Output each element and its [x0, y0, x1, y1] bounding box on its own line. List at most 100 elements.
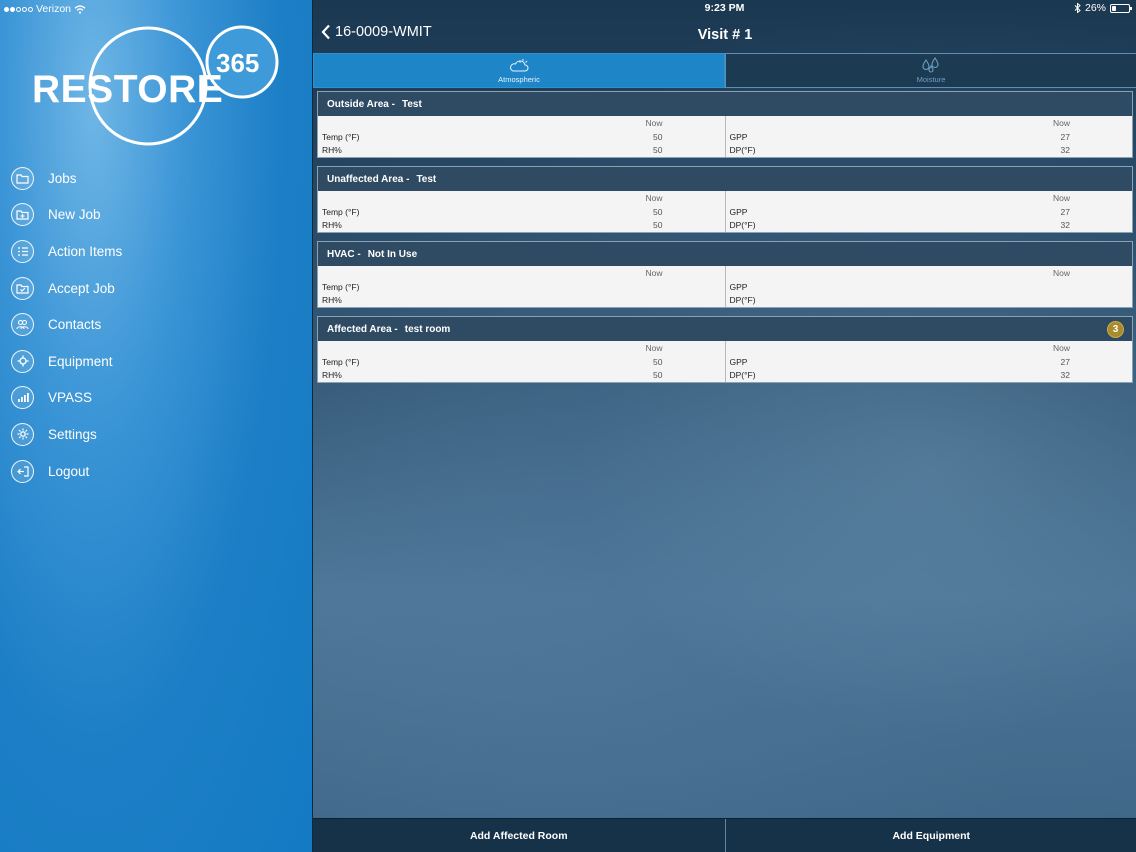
area-header: HVAC - Not In Use: [318, 242, 1132, 266]
signal-strength-icon: [4, 6, 33, 12]
sidebar-item-contacts[interactable]: Contacts: [0, 306, 312, 343]
battery-icon: [1110, 3, 1132, 13]
gpp-dp-column: Now GPP 27 DP(°F) 32: [726, 191, 1133, 232]
sidebar-item-vpass[interactable]: VPASS: [0, 380, 312, 417]
status-bar-left: Verizon: [4, 2, 86, 16]
dp-label: DP(°F): [729, 369, 756, 380]
rh-label: RH%: [322, 294, 342, 305]
water-drops-icon: [922, 57, 939, 73]
area-card[interactable]: Affected Area - test room 3 Now Temp (°F…: [317, 316, 1133, 383]
sidebar-item-jobs[interactable]: Jobs: [0, 160, 312, 197]
wifi-icon: [74, 4, 86, 14]
area-header: Unaffected Area - Test: [318, 167, 1132, 191]
temp-label: Temp (°F): [322, 206, 360, 217]
area-card[interactable]: HVAC - Not In Use Now Temp (°F) RH% Now …: [317, 241, 1133, 308]
area-type: Unaffected Area -: [327, 173, 410, 185]
area-name: Test: [401, 98, 422, 110]
contacts-icon: [11, 313, 34, 337]
new-job-icon: [11, 203, 34, 227]
tab-label: Moisture: [916, 75, 946, 84]
sidebar-item-label: Equipment: [48, 353, 113, 369]
navigation-bar: 16-0009-WMIT Visit # 1: [313, 18, 1136, 52]
gpp-label: GPP: [729, 281, 748, 292]
temp-rh-column: Now Temp (°F) RH%: [318, 266, 726, 307]
gpp-dp-column: Now GPP 27 DP(°F) 32: [726, 116, 1133, 157]
temp-label: Temp (°F): [322, 131, 360, 142]
gpp-label: GPP: [729, 356, 748, 367]
carrier-label: Verizon: [36, 3, 72, 15]
rh-label: RH%: [322, 144, 342, 155]
area-name: Test: [416, 173, 437, 185]
dp-label: DP(°F): [729, 144, 756, 155]
sidebar-item-new-job[interactable]: New Job: [0, 197, 312, 234]
area-type: HVAC -: [327, 248, 361, 260]
now-label: Now: [645, 342, 663, 353]
sidebar-item-label: Contacts: [48, 317, 102, 333]
gpp-label: GPP: [729, 131, 748, 142]
sidebar-item-equipment[interactable]: Equipment: [0, 343, 312, 380]
count-badge: 3: [1107, 321, 1124, 338]
temp-value: 50: [653, 356, 663, 367]
area-readings: Now Temp (°F) 50 RH% 50 Now GPP 27 DP(°F) 32: [318, 116, 1132, 157]
gpp-value: 27: [1060, 131, 1070, 142]
temp-value: 50: [653, 206, 663, 217]
sidebar-item-label: Logout: [48, 463, 90, 479]
dp-value: 32: [1060, 219, 1070, 230]
equipment-icon: [11, 349, 34, 373]
area-readings: Now Temp (°F) RH% Now GPP DP(°F): [318, 266, 1132, 307]
dp-value: 32: [1060, 144, 1070, 155]
rh-label: RH%: [322, 219, 342, 230]
sidebar-item-label: New Job: [48, 207, 101, 223]
rh-value: 50: [653, 144, 663, 155]
signal-bars-icon: [11, 386, 34, 410]
sidebar-item-label: Settings: [48, 426, 97, 442]
sidebar: Verizon RESTORE 365 Jobs New Job Action …: [0, 0, 312, 852]
bluetooth-icon: [1074, 3, 1081, 13]
now-label: Now: [645, 117, 663, 128]
area-name: test room: [404, 323, 451, 335]
now-label: Now: [645, 192, 663, 203]
sidebar-item-label: Accept Job: [48, 280, 115, 296]
tab-atmospheric[interactable]: Atmospheric: [313, 53, 725, 88]
rh-label: RH%: [322, 369, 342, 380]
tab-moisture[interactable]: Moisture: [725, 53, 1136, 88]
area-type: Affected Area -: [327, 323, 398, 335]
area-type: Outside Area -: [327, 98, 395, 110]
area-header: Outside Area - Test: [318, 92, 1132, 116]
temp-label: Temp (°F): [322, 281, 360, 292]
sidebar-item-settings[interactable]: Settings: [0, 416, 312, 453]
checklist-icon: [11, 239, 34, 263]
rh-value: 50: [653, 219, 663, 230]
area-readings: Now Temp (°F) 50 RH% 50 Now GPP 27 DP(°F) 32: [318, 341, 1132, 382]
add-affected-room-button[interactable]: Add Affected Room: [313, 819, 726, 852]
restore-365-logo: RESTORE 365: [28, 24, 288, 148]
logout-icon: [11, 459, 34, 483]
sidebar-item-logout[interactable]: Logout: [0, 453, 312, 490]
area-list: Outside Area - Test Now Temp (°F) 50 RH% 5…: [317, 91, 1133, 391]
temp-rh-column: Now Temp (°F) 50 RH% 50: [318, 116, 726, 157]
add-equipment-button[interactable]: Add Equipment: [726, 819, 1136, 852]
cloud-sun-icon: [510, 58, 529, 71]
sidebar-nav: Jobs New Job Action Items Accept Job Con…: [0, 160, 312, 489]
gear-icon: [11, 422, 34, 446]
segmented-control: Atmospheric Moisture: [313, 53, 1136, 88]
temp-rh-column: Now Temp (°F) 50 RH% 50: [318, 191, 726, 232]
now-label: Now: [1052, 192, 1070, 203]
sidebar-item-accept-job[interactable]: Accept Job: [0, 270, 312, 307]
gpp-dp-column: Now GPP DP(°F): [726, 266, 1133, 307]
area-card[interactable]: Outside Area - Test Now Temp (°F) 50 RH% 5…: [317, 91, 1133, 158]
gpp-dp-column: Now GPP 27 DP(°F) 32: [726, 341, 1133, 382]
status-time: 9:23 PM: [704, 2, 745, 14]
sidebar-item-label: Jobs: [48, 170, 77, 186]
gpp-label: GPP: [729, 206, 748, 217]
area-readings: Now Temp (°F) 50 RH% 50 Now GPP 27 DP(°F) 32: [318, 191, 1132, 232]
sidebar-item-action-items[interactable]: Action Items: [0, 233, 312, 270]
gpp-value: 27: [1060, 356, 1070, 367]
dp-label: DP(°F): [729, 219, 756, 230]
sidebar-item-label: Action Items: [48, 243, 123, 259]
accept-job-icon: [11, 276, 34, 300]
battery-percent: 26%: [1084, 2, 1106, 14]
now-label: Now: [645, 267, 663, 278]
dp-label: DP(°F): [729, 294, 756, 305]
area-card[interactable]: Unaffected Area - Test Now Temp (°F) 50 R…: [317, 166, 1133, 233]
